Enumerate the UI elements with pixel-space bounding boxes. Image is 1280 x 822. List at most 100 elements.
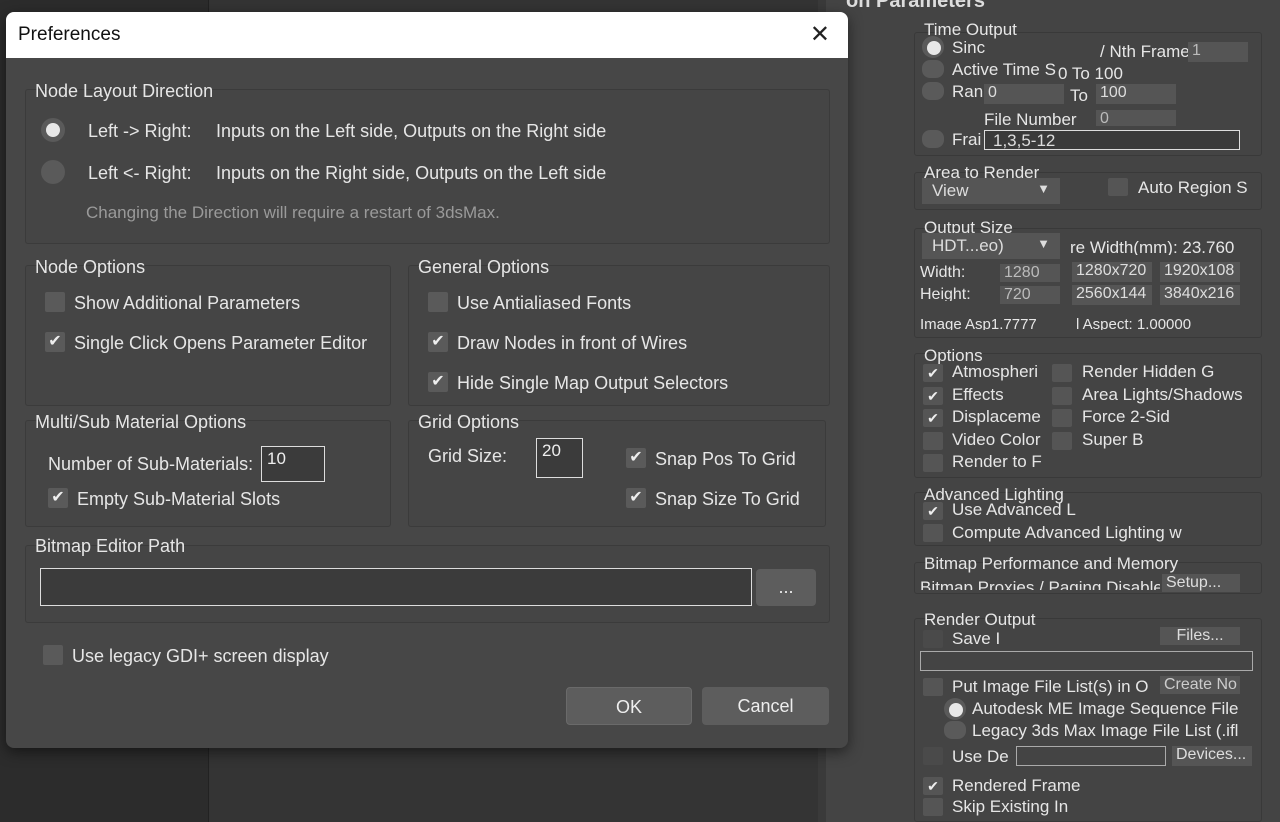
- area-dropdown[interactable]: View ▼: [922, 178, 1060, 204]
- close-icon[interactable]: ✕: [810, 20, 830, 49]
- empty-slots-label: Empty Sub-Material Slots: [77, 489, 281, 509]
- range-to-label: To: [1070, 86, 1088, 102]
- antialiased-fonts-label: Use Antialiased Fonts: [457, 293, 632, 313]
- option-checkbox[interactable]: [1052, 364, 1072, 382]
- legacy-gdi-checkbox[interactable]: [43, 645, 63, 665]
- use-advanced-lighting-checkbox[interactable]: ✔: [923, 502, 943, 520]
- frames-radio[interactable]: [922, 130, 944, 148]
- single-radio[interactable]: [922, 36, 944, 58]
- rendered-frame-label: Rendered Frame: [952, 776, 1081, 795]
- bitmap-performance-title: Bitmap Performance and Memory: [924, 554, 1179, 573]
- option-label: Render Hidden G: [1082, 362, 1215, 381]
- auto-region-checkbox[interactable]: [1108, 178, 1128, 196]
- option-checkbox[interactable]: [1052, 409, 1072, 427]
- hide-single-map-checkbox[interactable]: ✔: [428, 372, 448, 392]
- hide-single-map-label: Hide Single Map Output Selectors: [457, 373, 729, 393]
- option-checkbox[interactable]: ✔: [923, 409, 943, 427]
- grid-options-title: Grid Options: [418, 412, 520, 432]
- pixel-aspect-label: l Aspect: 1.00000: [1076, 316, 1192, 330]
- right-to-left-radio[interactable]: [41, 160, 65, 184]
- legacy-gdi-label: Use legacy GDI+ screen display: [72, 646, 329, 666]
- range-to-input[interactable]: 100: [1096, 84, 1176, 104]
- preset-dropdown[interactable]: HDT...eo) ▼: [922, 233, 1060, 259]
- left-to-right-desc: Inputs on the Left side, Outputs on the …: [216, 121, 607, 141]
- option-checkbox[interactable]: ✔: [923, 386, 943, 405]
- file-number-input[interactable]: 0: [1096, 110, 1176, 127]
- right-to-left-label: Left <- Right:: [88, 163, 192, 183]
- use-device-checkbox[interactable]: [923, 747, 943, 765]
- option-label: Displaceme: [952, 407, 1041, 426]
- rendered-frame-checkbox[interactable]: ✔: [923, 777, 943, 795]
- single-click-checkbox[interactable]: ✔: [45, 332, 65, 352]
- create-now-button[interactable]: Create No: [1160, 676, 1240, 694]
- left-to-right-label: Left -> Right:: [88, 121, 192, 141]
- snap-pos-checkbox[interactable]: ✔: [626, 448, 646, 468]
- bitmap-proxies-status: Bitmap Proxies / Paging Disable: [920, 578, 1160, 590]
- preset-button[interactable]: 2560x144: [1072, 285, 1152, 305]
- device-field[interactable]: [1016, 746, 1166, 766]
- preset-button[interactable]: 3840x216: [1160, 285, 1240, 305]
- ok-button[interactable]: OK: [566, 687, 692, 725]
- setup-button[interactable]: Setup...: [1162, 574, 1240, 592]
- snap-size-label: Snap Size To Grid: [655, 489, 800, 509]
- title-bar: Preferences: [6, 12, 848, 58]
- file-number-label: File Number: [984, 110, 1077, 126]
- frames-input[interactable]: 1,3,5-12: [984, 130, 1240, 150]
- preset-button[interactable]: 1920x108: [1160, 262, 1240, 282]
- grid-options-group: [408, 420, 826, 527]
- use-device-label: Use De: [952, 747, 1009, 766]
- antialiased-fonts-checkbox[interactable]: [428, 292, 448, 312]
- option-checkbox[interactable]: [1052, 431, 1072, 450]
- grid-size-label: Grid Size:: [428, 446, 508, 466]
- active-time-radio[interactable]: [922, 60, 944, 78]
- compute-advanced-lighting-checkbox[interactable]: [923, 524, 943, 542]
- render-setup-panel: on Parameters Time Output Sinc / Nth Fra…: [818, 0, 1280, 822]
- legacy-ifl-label: Legacy 3ds Max Image File List (.ifl: [972, 721, 1239, 740]
- single-label: Sinc: [952, 38, 986, 57]
- option-checkbox[interactable]: [923, 431, 943, 450]
- option-checkbox[interactable]: ✔: [923, 364, 943, 382]
- dialog-title: Preferences: [18, 24, 121, 45]
- option-checkbox[interactable]: [1052, 386, 1072, 405]
- range-from-input[interactable]: 0: [984, 84, 1064, 104]
- frames-label: Frai: [952, 130, 982, 149]
- nth-frame-input[interactable]: 1: [1188, 42, 1248, 62]
- image-aspect-label: Image Asp1.7777: [920, 316, 1037, 330]
- height-input[interactable]: 720: [1000, 286, 1060, 304]
- output-path-field[interactable]: [920, 651, 1253, 671]
- auto-region-label: Auto Region S: [1138, 178, 1248, 197]
- restart-note: Changing the Direction will require a re…: [86, 203, 500, 222]
- preferences-dialog: Preferences ✕ Node Layout Direction Left…: [6, 12, 848, 748]
- put-image-list-checkbox[interactable]: [923, 678, 943, 696]
- empty-slots-checkbox[interactable]: ✔: [48, 488, 68, 508]
- width-input[interactable]: 1280: [1000, 264, 1060, 282]
- snap-size-checkbox[interactable]: ✔: [626, 488, 646, 508]
- preset-button[interactable]: 1280x720: [1072, 262, 1152, 282]
- node-options-title: Node Options: [35, 257, 146, 277]
- option-checkbox[interactable]: [923, 454, 943, 472]
- show-additional-parameters-checkbox[interactable]: [45, 292, 65, 312]
- cancel-button[interactable]: Cancel: [702, 687, 829, 725]
- files-button[interactable]: Files...: [1160, 627, 1240, 645]
- draw-nodes-front-checkbox[interactable]: ✔: [428, 332, 448, 352]
- autodesk-me-radio[interactable]: [944, 698, 966, 720]
- bitmap-editor-title: Bitmap Editor Path: [35, 536, 186, 556]
- range-radio[interactable]: [922, 82, 944, 100]
- legacy-ifl-radio[interactable]: [944, 721, 966, 739]
- browse-button[interactable]: ...: [756, 569, 816, 606]
- save-file-checkbox[interactable]: [923, 630, 943, 648]
- general-options-title: General Options: [418, 257, 550, 277]
- range-label: Ran: [952, 82, 984, 101]
- right-to-left-desc: Inputs on the Right side, Outputs on the…: [216, 163, 607, 183]
- active-range-text: 0 To 100: [1058, 64, 1123, 80]
- devices-button[interactable]: Devices...: [1172, 746, 1252, 766]
- grid-size-input[interactable]: 20: [536, 438, 583, 478]
- sub-materials-count-input[interactable]: 10: [261, 446, 325, 482]
- area-value: View: [932, 181, 969, 200]
- skip-existing-checkbox[interactable]: [923, 798, 943, 816]
- put-image-list-label: Put Image File List(s) in O: [952, 677, 1149, 696]
- left-to-right-radio[interactable]: [41, 118, 65, 142]
- nth-frame-label: / Nth Frame:: [1100, 42, 1195, 58]
- option-label: Video Color: [952, 429, 1041, 449]
- bitmap-editor-path-input[interactable]: [40, 568, 752, 606]
